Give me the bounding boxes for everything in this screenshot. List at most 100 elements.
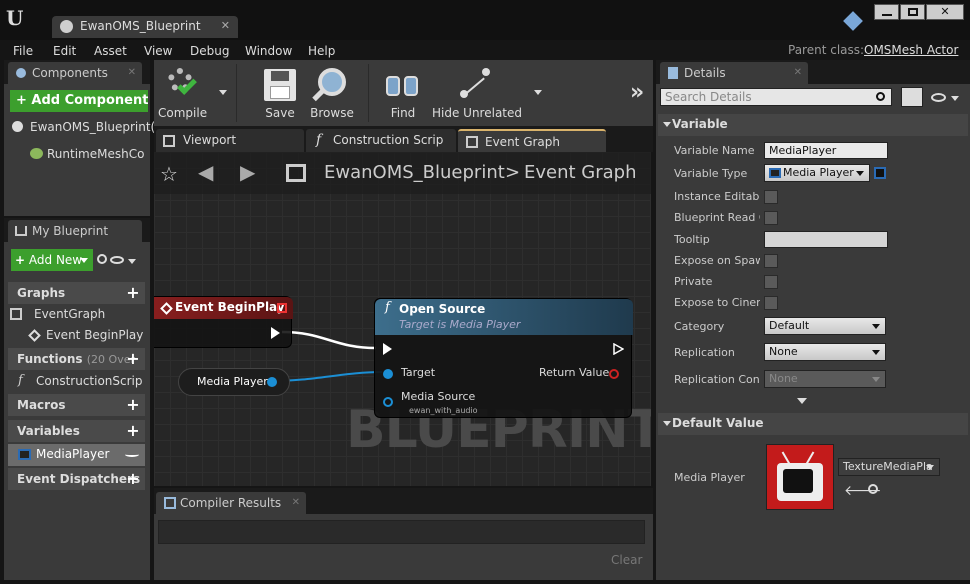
hide-unrelated-button[interactable]: Hide Unrelated	[432, 106, 522, 120]
component-root[interactable]: EwanOMS_Blueprint(	[30, 120, 155, 134]
details-tab[interactable]: Details ✕	[660, 62, 808, 84]
add-component-button[interactable]: + Add Component	[10, 90, 148, 112]
graph-item-begin-play[interactable]: Event BeginPlay	[46, 328, 143, 342]
browse-button[interactable]: Browse	[308, 106, 356, 120]
section-macros[interactable]: Macros +	[8, 394, 145, 416]
node-event-begin-play[interactable]: Event BeginPlay	[154, 296, 293, 348]
clear-button[interactable]: Clear	[611, 553, 642, 567]
default-asset-dropdown[interactable]: TextureMediaPla	[838, 458, 940, 476]
replication-condition-dropdown[interactable]: None	[764, 370, 886, 388]
details-search-input[interactable]: Search Details	[660, 88, 892, 106]
container-type-icon[interactable]	[874, 167, 886, 179]
exec-out-pin[interactable]	[271, 327, 280, 339]
variable-item-media-player[interactable]: MediaPlayer	[8, 444, 145, 466]
graph-canvas[interactable]: ☆ ◀ ▶ EwanOMS_Blueprint > Event Graph BL…	[154, 152, 651, 486]
visibility-eye-icon[interactable]	[931, 93, 946, 102]
compile-options-arrow-icon[interactable]	[219, 90, 227, 95]
expose-cinematics-label: Expose to Cinem	[674, 296, 760, 309]
category-dropdown[interactable]: Default	[764, 317, 886, 335]
search-icon[interactable]	[97, 254, 107, 264]
parent-class-link[interactable]: OMSMesh Actor	[864, 43, 958, 57]
unreal-logo-icon: U	[6, 6, 24, 30]
property-matrix-icon[interactable]	[901, 87, 923, 107]
section-event-dispatchers[interactable]: Event Dispatchers +	[8, 468, 145, 490]
view-options-arrow-icon[interactable]	[128, 259, 136, 264]
my-blueprint-tab[interactable]: My Blueprint	[8, 220, 142, 242]
graphs-label: Graphs	[17, 286, 66, 300]
section-graphs[interactable]: Graphs +	[8, 282, 145, 304]
default-media-player-label: Media Player	[674, 471, 745, 484]
details-icon	[668, 67, 678, 79]
compiler-output	[158, 520, 645, 544]
replication-dropdown[interactable]: None	[764, 343, 886, 361]
bp-read-only-checkbox[interactable]	[764, 211, 778, 225]
menu-edit[interactable]: Edit	[53, 44, 76, 58]
visibility-arrow-icon[interactable]	[951, 96, 959, 101]
add-new-button[interactable]: + Add New	[11, 249, 93, 271]
close-icon[interactable]: ✕	[128, 62, 136, 84]
minimize-button[interactable]	[874, 4, 899, 20]
menu-asset[interactable]: Asset	[94, 44, 127, 58]
tooltip-input[interactable]	[764, 231, 888, 248]
view-options-eye-icon[interactable]	[110, 256, 124, 264]
add-dispatcher-icon[interactable]: +	[126, 471, 140, 487]
private-checkbox[interactable]	[764, 275, 778, 289]
advanced-expand-icon[interactable]	[797, 398, 807, 404]
section-functions[interactable]: Functions (20 Over +	[8, 348, 145, 370]
browse-asset-search-icon[interactable]	[868, 484, 878, 494]
maximize-button[interactable]	[900, 4, 925, 20]
tab-construction-label: Construction Scrip	[333, 133, 444, 147]
tab-viewport[interactable]: Viewport	[156, 129, 304, 152]
function-icon: f	[316, 132, 322, 148]
compile-button[interactable]: Compile	[158, 106, 207, 120]
expose-cinematics-checkbox[interactable]	[764, 296, 778, 310]
tab-event-graph[interactable]: Event Graph	[458, 129, 606, 152]
graph-item-event-graph[interactable]: EventGraph	[34, 307, 105, 321]
instance-editable-checkbox[interactable]	[764, 190, 778, 204]
menu-window[interactable]: Window	[245, 44, 292, 58]
variable-section-header[interactable]: Variable	[658, 114, 968, 136]
tab-construction-script[interactable]: f Construction Scrip	[306, 129, 456, 152]
object-out-pin[interactable]	[267, 377, 277, 387]
media-source-pin[interactable]	[383, 397, 393, 407]
add-variable-icon[interactable]: +	[126, 423, 140, 439]
expose-spawn-checkbox[interactable]	[764, 254, 778, 268]
instance-editable-label: Instance Editable	[674, 190, 760, 203]
add-graph-icon[interactable]: +	[126, 285, 140, 301]
hide-unrelated-icon	[460, 68, 494, 98]
node-media-player-get[interactable]: Media Player	[178, 368, 290, 396]
variable-name-input[interactable]: MediaPlayer	[764, 142, 888, 159]
delegate-pin-icon[interactable]	[277, 303, 287, 313]
components-tab[interactable]: Components ✕	[8, 62, 142, 84]
function-item-construction[interactable]: ConstructionScrip	[36, 374, 144, 388]
add-macro-icon[interactable]: +	[126, 397, 140, 413]
default-value-section-header[interactable]: Default Value	[658, 413, 968, 435]
target-pin[interactable]	[383, 369, 393, 379]
toolbar-overflow-icon[interactable]: »	[630, 80, 644, 105]
menu-view[interactable]: View	[144, 44, 172, 58]
return-value-pin[interactable]	[609, 369, 619, 379]
node-open-source[interactable]: f Open Source Target is Media Player Tar…	[374, 298, 633, 418]
save-button[interactable]: Save	[262, 106, 298, 120]
compiler-results-tab[interactable]: Compiler Results ✕	[156, 492, 306, 514]
menu-file[interactable]: File	[13, 44, 33, 58]
section-variables[interactable]: Variables +	[8, 420, 145, 442]
close-tab-icon[interactable]: ✕	[221, 19, 230, 32]
add-function-icon[interactable]: +	[126, 351, 140, 367]
document-tab[interactable]: EwanOMS_Blueprint ✕	[52, 16, 238, 38]
close-icon[interactable]: ✕	[292, 492, 300, 514]
close-window-button[interactable]: ✕	[926, 4, 964, 20]
close-icon[interactable]: ✕	[794, 62, 802, 84]
variable-type-dropdown[interactable]: Media Player	[764, 164, 870, 182]
exec-in-pin[interactable]	[383, 343, 392, 355]
find-button[interactable]: Find	[386, 106, 420, 120]
component-mesh[interactable]: RuntimeMeshCom	[47, 147, 145, 161]
menu-debug[interactable]: Debug	[190, 44, 229, 58]
hide-unrelated-arrow-icon[interactable]	[534, 90, 542, 95]
category-value: Default	[769, 319, 810, 332]
media-source-value[interactable]: ewan_with_audio	[409, 406, 478, 415]
exec-out-pin[interactable]	[613, 343, 624, 355]
menu-help[interactable]: Help	[308, 44, 335, 58]
exec-wire	[281, 330, 377, 350]
media-player-thumbnail[interactable]	[766, 444, 834, 510]
